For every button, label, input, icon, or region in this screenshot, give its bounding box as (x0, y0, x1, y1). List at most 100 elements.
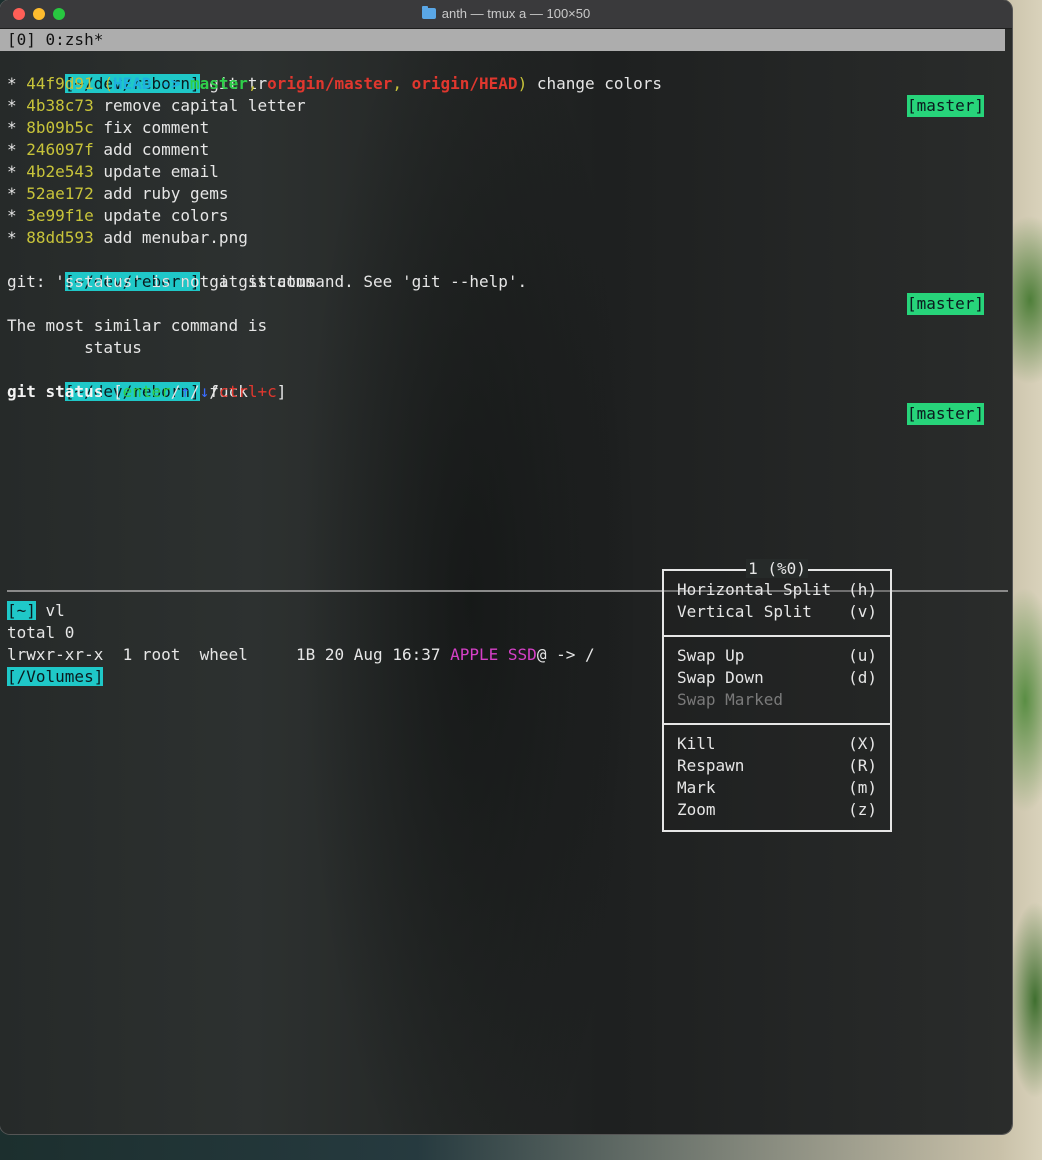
menu-item-label: Swap Up (677, 646, 745, 665)
similar-command-text: The most similar command is (7, 316, 268, 335)
menu-item-label: Respawn (677, 756, 745, 775)
prompt-line: [~/dev/reborn] fuck [master] (7, 359, 997, 425)
graph-star: * (7, 118, 27, 137)
prompt-command: vl (35, 601, 65, 620)
commit-hash: 4b2e543 (26, 162, 94, 181)
git-log-line: * 44f9d91 (HEAD -> master, origin/master… (7, 73, 662, 95)
menu-item-shortcut: (R) (848, 756, 877, 775)
prompt-line: [~/dev/reborn] git sstatus [master] (7, 249, 997, 315)
terminal-window: anth — tmux a — 100×50 [0] 0:zsh* [~/dev… (0, 0, 1012, 1134)
ls-entry-name: APPLE SSD (450, 645, 537, 664)
down-arrow-icon: ↓ (199, 382, 210, 401)
graph-star: * (7, 184, 27, 203)
option-separator: / (190, 382, 200, 401)
origin-master-ref: origin/master (267, 74, 393, 93)
window-title-text: anth — tmux a — 100×50 (441, 6, 591, 21)
menu-item-horizontal-split[interactable]: Horizontal Split (h) (677, 579, 877, 601)
commit-hash: 8b09b5c (26, 118, 94, 137)
menu-item-shortcut: (v) (848, 602, 877, 621)
refs-separator: , (392, 74, 412, 93)
menu-item-shortcut: (m) (848, 778, 877, 797)
git-log-line: * 3e99f1e update colors (7, 205, 229, 227)
ls-entry-target: @ -> / (536, 645, 595, 664)
menu-item-vertical-split[interactable]: Vertical Split (v) (677, 601, 877, 623)
enter-option: enter (122, 382, 171, 401)
menu-item-kill[interactable]: Kill (X) (677, 733, 877, 755)
commit-message: add comment (93, 140, 210, 159)
menu-item-label: Vertical Split (677, 602, 812, 621)
window-title: anth — tmux a — 100×50 (0, 6, 1012, 21)
refs-close: ) (517, 74, 528, 93)
graph-star: * (7, 206, 27, 225)
head-ref: HEAD -> (112, 74, 191, 93)
origin-head-ref: origin/HEAD (411, 74, 518, 93)
prompt-path: [/Volumes] (7, 667, 104, 686)
git-branch-badge: [master] (906, 293, 984, 315)
git-branch-badge: [master] (906, 403, 984, 425)
commit-message: update colors (93, 206, 229, 225)
menu-item-mark[interactable]: Mark (m) (677, 777, 877, 799)
graph-star: * (7, 140, 27, 159)
terminal-content[interactable]: [0] 0:zsh* [~/dev/reborn] git tr [master… (0, 29, 1012, 1134)
menu-item-swap-marked: Swap Marked (677, 689, 877, 711)
menu-item-label: Zoom (677, 800, 716, 819)
option-separator: / (170, 382, 181, 401)
menu-separator (664, 723, 890, 725)
commit-message: change colors (527, 74, 663, 93)
menu-separator (664, 635, 890, 637)
git-log-line: * 4b38c73 remove capital letter (7, 95, 306, 117)
menu-item-shortcut: (z) (848, 800, 877, 819)
menu-item-swap-up[interactable]: Swap Up (u) (677, 645, 877, 667)
menu-item-zoom[interactable]: Zoom (z) (677, 799, 877, 821)
ls-entry: lrwxr-xr-x 1 root wheel 1B 20 Aug 16:37 … (7, 644, 595, 666)
menu-title-text: 1 (%0) (746, 559, 808, 578)
git-branch-badge: [master] (906, 95, 984, 117)
options-open: [ (103, 382, 123, 401)
up-arrow-icon: ↑ (180, 382, 191, 401)
ls-entry-details: lrwxr-xr-x 1 root wheel 1B 20 Aug 16:37 (7, 645, 451, 664)
commit-message: add menubar.png (93, 228, 248, 247)
menu-item-label: Swap Marked (677, 690, 783, 709)
git-log-line: * 4b2e543 update email (7, 161, 219, 183)
commit-hash: 44f9d91 (26, 74, 94, 93)
prompt-path: [~] (7, 601, 36, 620)
refs-separator: , (247, 74, 268, 93)
graph-star: * (7, 162, 27, 181)
git-log-line: * 88dd593 add menubar.png (7, 227, 248, 249)
menu-item-label: Swap Down (677, 668, 764, 687)
commit-hash: 246097f (26, 140, 94, 159)
git-log-line: * 52ae172 add ruby gems (7, 183, 229, 205)
menu-item-swap-down[interactable]: Swap Down (d) (677, 667, 877, 689)
graph-star: * (7, 96, 27, 115)
menu-item-respawn[interactable]: Respawn (R) (677, 755, 877, 777)
prompt-line: [~/dev/reborn] git tr [master] (7, 51, 997, 117)
prompt-line: [~] vl (7, 600, 65, 622)
commit-message: add ruby gems (93, 184, 229, 203)
folder-icon (421, 6, 436, 19)
commit-hash: 88dd593 (26, 228, 94, 247)
menu-item-shortcut: (d) (848, 668, 877, 687)
title-bar: anth — tmux a — 100×50 (0, 0, 1012, 29)
git-log-line: * 246097f add comment (7, 139, 209, 161)
refs-open: ( (93, 74, 113, 93)
commit-message: remove capital letter (93, 96, 306, 115)
commit-message: fix comment (93, 118, 210, 137)
commit-message: update email (93, 162, 219, 181)
prompt-line: [/Volumes] (7, 666, 104, 688)
menu-item-shortcut: (u) (848, 646, 877, 665)
menu-item-shortcut: (X) (848, 734, 877, 753)
fuck-correction-line[interactable]: git status [enter/↑/↓/ctrl+c] (7, 381, 286, 403)
ctrl-c-option: ctrl+c (218, 382, 277, 401)
options-close: ] (276, 382, 287, 401)
commit-hash: 3e99f1e (26, 206, 94, 225)
option-separator: / (209, 382, 219, 401)
tmux-status-bar: [0] 0:zsh* (0, 29, 1005, 51)
tmux-pane-menu[interactable]: 1 (%0) Horizontal Split (h) Vertical Spli… (662, 559, 892, 832)
git-log-line: * 8b09b5c fix comment (7, 117, 209, 139)
commit-hash: 52ae172 (26, 184, 94, 203)
menu-item-label: Horizontal Split (677, 580, 832, 599)
master-ref: master (190, 74, 248, 93)
menu-item-label: Kill (677, 734, 716, 753)
corrected-command: git status (7, 382, 104, 401)
menu-item-shortcut: (h) (848, 580, 877, 599)
